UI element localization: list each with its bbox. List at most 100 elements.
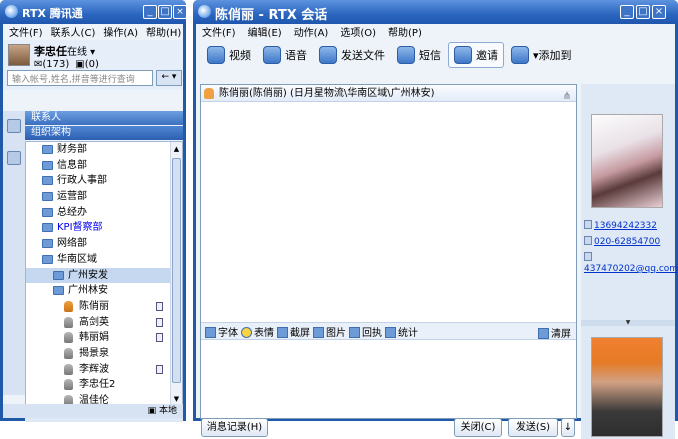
side-tab-strip: [3, 111, 25, 395]
screenshot-button[interactable]: 截屏: [277, 324, 310, 339]
note-icon[interactable]: [156, 364, 163, 374]
folder-icon: [42, 239, 53, 249]
sms-count[interactable]: ▣(0): [75, 59, 99, 70]
panel-splitter[interactable]: ▼: [581, 320, 675, 326]
chat-close-button[interactable]: ×: [652, 5, 666, 19]
tree-item-label: 李忠任2: [79, 379, 116, 391]
tree-folder[interactable]: 华南区域: [26, 252, 182, 268]
invite-button[interactable]: 邀请: [448, 42, 504, 68]
chat-partner-label: 陈俏丽(陈俏丽) (日月星物流\华南区域\广州林安): [219, 88, 435, 99]
tree-folder[interactable]: 财务部: [26, 142, 182, 158]
tree-folder[interactable]: 网络部: [26, 236, 182, 252]
user-avatar[interactable]: [8, 44, 30, 66]
video-button[interactable]: 视频: [202, 42, 256, 68]
chat-menu-bar: 文件(F) 编辑(E) 动作(A) 选项(O) 帮助(P): [196, 24, 675, 39]
tree-contact[interactable]: 李辉波: [26, 362, 182, 378]
receipt-button[interactable]: 回执: [349, 324, 382, 339]
tree-item-label: 行政人事部: [57, 175, 107, 187]
email-link[interactable]: 437470202@qq.com: [584, 252, 678, 275]
tree-scrollbar[interactable]: ▲ ▼: [170, 142, 182, 406]
scroll-up-arrow[interactable]: ▲: [172, 143, 181, 155]
chat-body: 文件(F) 编辑(E) 动作(A) 选项(O) 帮助(P) 视频 语音 发送文件…: [196, 24, 678, 439]
tree-item-label: 陈俏丽: [79, 300, 109, 312]
menu-file[interactable]: 文件(F): [9, 24, 43, 39]
chat-menu-help[interactable]: 帮助(P): [388, 24, 422, 39]
tree-contact[interactable]: 韩丽娟: [26, 330, 182, 346]
tree-folder[interactable]: 广州安发: [26, 267, 182, 284]
font-button[interactable]: 字体: [205, 324, 238, 339]
group-contacts[interactable]: 联系人: [25, 111, 183, 125]
note-icon[interactable]: [156, 333, 163, 343]
sms-button[interactable]: 短信: [392, 42, 446, 68]
chat-menu-edit[interactable]: 编辑(E): [248, 24, 282, 39]
menu-actions[interactable]: 操作(A): [103, 24, 138, 39]
rtx-window-title: RTX 腾讯通: [22, 7, 83, 20]
message-input[interactable]: [201, 341, 576, 418]
person-icon: [64, 300, 73, 312]
tree-item-label: KPI督察部: [57, 222, 103, 234]
user-name: 李忠任: [34, 45, 67, 58]
tree-folder[interactable]: KPI督察部: [26, 220, 182, 236]
tree-contact[interactable]: 李忠任2: [26, 377, 182, 393]
chat-menu-options[interactable]: 选项(O): [340, 24, 376, 39]
tree-folder[interactable]: 广州林安: [26, 283, 182, 299]
person-icon: [204, 88, 214, 99]
chat-menu-file[interactable]: 文件(F): [202, 24, 236, 39]
tree-contact[interactable]: 陈俏丽: [26, 299, 182, 315]
invite-icon: [454, 46, 472, 64]
video-icon: [207, 46, 225, 64]
tree-item-label: 高剑英: [79, 316, 109, 328]
folder-icon: [53, 270, 64, 280]
status-bar: ▣ 本地: [3, 404, 183, 418]
phone-link[interactable]: 020-62854700: [584, 236, 674, 248]
rtx-logo-icon: [5, 5, 18, 18]
menu-contacts[interactable]: 联系人(C): [51, 24, 96, 39]
chat-minimize-button[interactable]: _: [620, 5, 634, 19]
scroll-thumb[interactable]: [172, 158, 181, 383]
message-history[interactable]: [201, 102, 576, 320]
emoticon-button[interactable]: 表情: [241, 324, 274, 339]
tree-contact[interactable]: 高剑英: [26, 315, 182, 331]
image-button[interactable]: 图片: [313, 324, 346, 339]
chat-header: 陈俏丽(陈俏丽) (日月星物流\华南区域\广州林安) ⋔: [201, 85, 576, 102]
tree-folder[interactable]: 行政人事部: [26, 173, 182, 189]
add-to-icon: [511, 46, 529, 64]
note-icon[interactable]: [156, 301, 163, 311]
chat-maximize-button[interactable]: □: [636, 5, 650, 19]
phone-icon: [584, 236, 592, 245]
statistics-button[interactable]: 统计: [385, 324, 418, 339]
menu-help[interactable]: 帮助(H): [146, 24, 181, 39]
maximize-button[interactable]: □: [158, 5, 172, 19]
org-tree: 财务部 信息部 行政人事部运营部 总经办 KPI督察部 网络部华南区域 广州安发 广州林安 陈俏…: [25, 141, 183, 407]
folder-icon: [42, 160, 53, 170]
search-input[interactable]: 输入帐号,姓名,拼音等进行查询: [7, 70, 153, 86]
mobile-tab-icon[interactable]: [7, 151, 21, 165]
self-photo: [591, 337, 663, 437]
contacts-tab-icon[interactable]: [7, 119, 21, 133]
search-button[interactable]: ← ▾: [156, 70, 182, 86]
note-icon[interactable]: [156, 317, 163, 327]
tree-folder[interactable]: 总经办: [26, 205, 182, 221]
voice-button[interactable]: 语音: [258, 42, 312, 68]
tree-folder[interactable]: 运营部: [26, 189, 182, 205]
add-to-button[interactable]: ▾添加到: [506, 42, 577, 68]
tree-contact[interactable]: 揭景泉: [26, 346, 182, 362]
chat-menu-actions[interactable]: 动作(A): [294, 24, 329, 39]
folder-icon: [42, 254, 53, 264]
close-button[interactable]: ×: [173, 5, 187, 19]
clear-screen-button[interactable]: 清屏: [538, 325, 571, 340]
tree-item-label: 网络部: [57, 238, 87, 250]
folder-icon: [42, 207, 53, 217]
mobile-link[interactable]: 13694242332: [584, 220, 674, 232]
person-icon: [64, 316, 73, 328]
group-org-structure[interactable]: 组织架构: [25, 126, 183, 140]
person-icon: [64, 379, 73, 391]
mail-count[interactable]: ✉(173): [34, 59, 69, 70]
rtx-title-bar: RTX 腾讯通 _ □ ×: [0, 0, 187, 24]
status-dropdown[interactable]: 在线 ▾: [67, 43, 95, 58]
tree-folder[interactable]: 信息部: [26, 158, 182, 174]
mobile-icon: [584, 220, 592, 229]
minimize-button[interactable]: _: [143, 5, 157, 19]
share-icon[interactable]: ⋔: [563, 88, 571, 105]
send-file-button[interactable]: 发送文件: [314, 42, 390, 68]
